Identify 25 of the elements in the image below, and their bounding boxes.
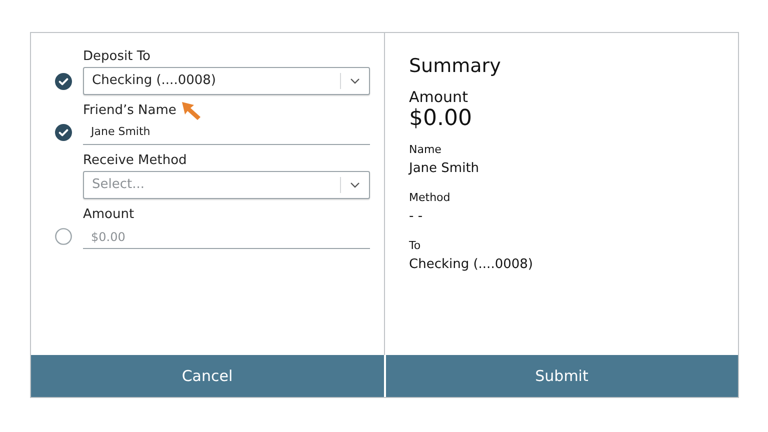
summary-label: Name <box>409 142 442 158</box>
select-field[interactable]: Checking (....0008) <box>83 67 370 95</box>
summary-value: Jane Smith <box>409 160 480 178</box>
chevron-down-icon <box>350 78 360 84</box>
summary-label: Method <box>409 190 452 206</box>
field-label: Amount <box>83 207 134 223</box>
field-label: Friend’s Name <box>83 103 176 119</box>
field-label: Receive Method <box>83 153 187 169</box>
select-value: Checking (....0008) <box>91 72 217 90</box>
select-field[interactable]: Select... <box>83 171 370 199</box>
chevron-down-icon <box>350 182 360 188</box>
field-label: Deposit To <box>83 49 151 65</box>
input-value: Jane Smith <box>90 124 150 140</box>
summary-title: Summary <box>409 54 502 79</box>
submit-button[interactable]: Submit <box>386 355 738 397</box>
amount-label: Amount <box>409 88 469 106</box>
input-placeholder: $0.00 <box>90 228 126 246</box>
cancel-button[interactable]: Cancel <box>31 355 384 397</box>
input-field[interactable]: $0.00 <box>83 225 370 249</box>
amount-value: $0.00 <box>409 106 473 132</box>
select-placeholder: Select... <box>91 176 146 194</box>
summary-value: Checking (....0008) <box>409 256 534 274</box>
input-field[interactable]: Jane Smith <box>83 121 370 145</box>
summary-label: To <box>409 238 422 254</box>
summary-value: - - <box>409 208 424 226</box>
